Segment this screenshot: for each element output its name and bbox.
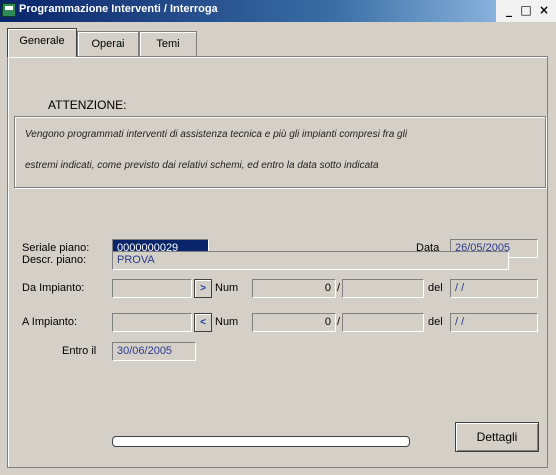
- tab-temi[interactable]: Temi: [139, 31, 197, 56]
- da-num-separator: /: [337, 282, 341, 294]
- tab-operai[interactable]: Operai: [77, 31, 139, 56]
- descr-label: Descr. piano:: [22, 254, 87, 266]
- seriale-label: Seriale piano:: [22, 242, 90, 254]
- a-num-label: Num: [215, 316, 239, 328]
- da-impianto-label: Da Impianto:: [22, 282, 85, 294]
- da-num-suffix-field[interactable]: [342, 279, 424, 298]
- a-impianto-label: A Impianto:: [22, 316, 78, 328]
- attention-box: Vengono programmati interventi di assist…: [14, 116, 546, 188]
- maximize-button[interactable]: □: [518, 2, 534, 18]
- da-num-field[interactable]: 0: [252, 279, 336, 298]
- descr-field[interactable]: PROVA: [112, 251, 509, 270]
- entro-label: Entro il: [62, 345, 97, 357]
- da-del-label: del: [428, 282, 443, 294]
- a-del-label: del: [428, 316, 443, 328]
- progress-bar: [112, 436, 410, 447]
- attention-line-2: estremi indicati, come previsto dai rela…: [25, 160, 379, 171]
- a-num-field[interactable]: 0: [252, 313, 336, 332]
- application-window: Programmazione Interventi / Interroga _ …: [0, 0, 556, 475]
- window-title: Programmazione Interventi / Interroga: [19, 3, 218, 15]
- app-icon: [2, 3, 16, 17]
- da-impianto-field[interactable]: [112, 279, 192, 298]
- da-num-label: Num: [215, 282, 239, 294]
- a-num-suffix-field[interactable]: [342, 313, 424, 332]
- dettagli-button[interactable]: Dettagli: [455, 422, 539, 452]
- entro-field[interactable]: 30/06/2005: [112, 342, 196, 361]
- close-button[interactable]: ×: [536, 2, 552, 18]
- a-num-separator: /: [337, 316, 341, 328]
- attention-title: ATTENZIONE:: [48, 98, 127, 112]
- da-del-field[interactable]: / /: [450, 279, 538, 298]
- title-bar[interactable]: Programmazione Interventi / Interroga _ …: [0, 0, 556, 22]
- tab-generale[interactable]: Generale: [7, 28, 77, 57]
- window-controls: _ □ ×: [496, 0, 556, 22]
- minimize-button[interactable]: _: [502, 2, 516, 18]
- attention-line-1: Vengono programmati interventi di assist…: [25, 129, 408, 140]
- a-impianto-lookup-button[interactable]: <: [194, 313, 212, 332]
- da-impianto-lookup-button[interactable]: >: [194, 279, 212, 298]
- a-del-field[interactable]: / /: [450, 313, 538, 332]
- a-impianto-field[interactable]: [112, 313, 192, 332]
